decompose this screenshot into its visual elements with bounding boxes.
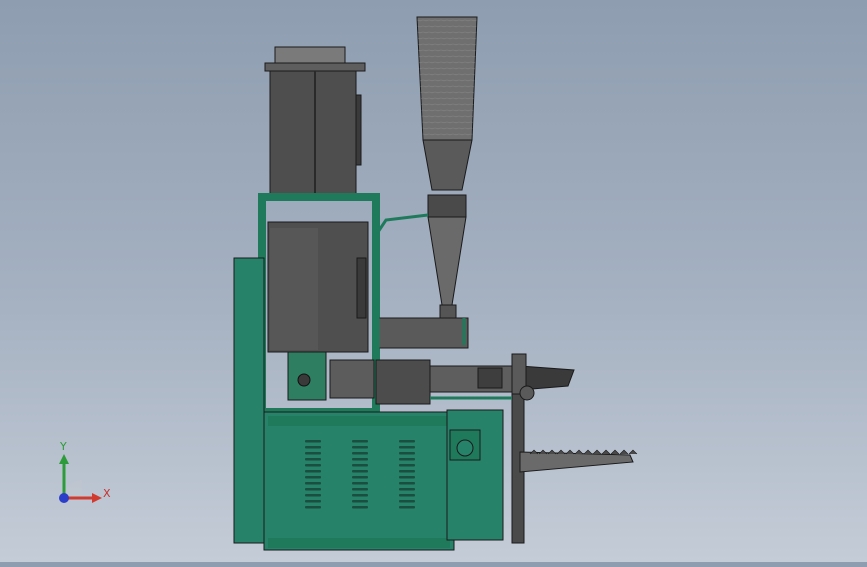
y-axis-arrowhead: [59, 454, 69, 464]
vent-slot: [352, 452, 368, 455]
vent-slot: [399, 440, 415, 443]
cyclone-separator[interactable]: [416, 16, 478, 326]
vent-slot: [305, 506, 321, 509]
motor-cabinet[interactable]: [263, 411, 455, 551]
hopper-assembly[interactable]: [264, 46, 366, 195]
vent-slot: [399, 488, 415, 491]
vent-slot: [352, 446, 368, 449]
vent-slot: [352, 494, 368, 497]
vent-slot: [399, 476, 415, 479]
vent-slot: [399, 494, 415, 497]
vent-slot: [305, 482, 321, 485]
vent-slot: [305, 458, 321, 461]
vent-slot: [305, 452, 321, 455]
left-side-panel[interactable]: [233, 257, 265, 544]
vent-slot: [305, 464, 321, 467]
vent-slot: [352, 500, 368, 503]
vent-slot: [352, 506, 368, 509]
vent-slot: [352, 440, 368, 443]
cad-viewport[interactable]: Y X: [0, 0, 867, 562]
x-axis-arrowhead: [92, 493, 102, 503]
main-frame[interactable]: [258, 193, 380, 416]
vent-slot: [305, 488, 321, 491]
vent-slot: [305, 470, 321, 473]
vent-slot: [352, 488, 368, 491]
vent-slot: [352, 458, 368, 461]
vent-slot: [399, 500, 415, 503]
y-axis-label: Y: [60, 440, 67, 453]
vent-slot: [305, 494, 321, 497]
cutter-blade[interactable]: [519, 449, 638, 473]
vent-slot: [305, 440, 321, 443]
vent-slot: [399, 452, 415, 455]
vent-slot: [399, 482, 415, 485]
axis-triad: Y X: [52, 440, 122, 510]
vent-slot: [399, 458, 415, 461]
extruder-barrel[interactable]: [375, 317, 575, 405]
machine-model[interactable]: [0, 0, 867, 562]
vent-slot: [305, 500, 321, 503]
x-axis-label: X: [103, 487, 111, 500]
vent-slot: [352, 482, 368, 485]
gearbox[interactable]: [446, 392, 525, 544]
z-axis-dot: [59, 493, 69, 503]
vent-slot: [399, 506, 415, 509]
vent-slot: [399, 470, 415, 473]
vent-slot: [399, 464, 415, 467]
vent-slot: [305, 446, 321, 449]
vent-slot: [352, 476, 368, 479]
vent-slot: [352, 464, 368, 467]
vent-slot: [305, 476, 321, 479]
vent-slot: [352, 470, 368, 473]
vent-slot: [399, 446, 415, 449]
